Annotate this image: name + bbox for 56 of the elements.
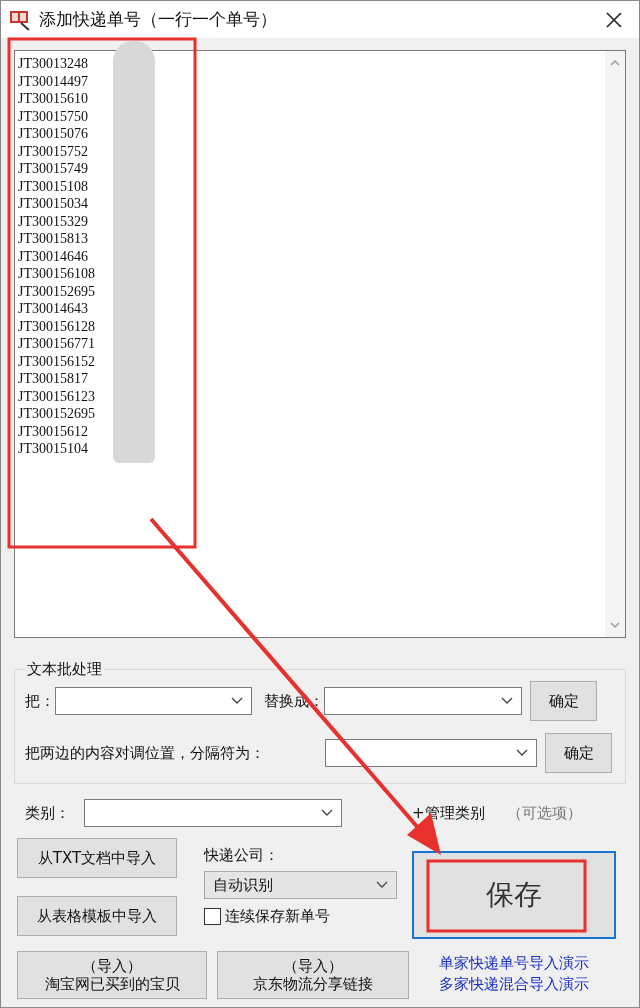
scrollbar[interactable] <box>605 51 625 637</box>
tracking-number: JT30015817 <box>18 370 89 388</box>
dropdown[interactable] <box>325 739 537 767</box>
tracking-number: JT30013248 <box>18 55 89 73</box>
tracking-number: JT30015108 <box>18 177 89 195</box>
close-icon[interactable] <box>605 10 623 29</box>
tracking-number: JT30015749 <box>18 160 89 178</box>
field-label: 快递公司： <box>204 846 280 865</box>
chevron-icon <box>501 697 513 705</box>
chevron-icon <box>376 881 388 889</box>
scroll-down-icon[interactable] <box>610 621 620 629</box>
tracking-number: JT30014643 <box>18 300 89 318</box>
tracking-number: JT30015612 <box>18 422 89 440</box>
tracking-number: JT30014646 <box>18 247 89 265</box>
tracking-number: JT30015104 <box>18 440 89 458</box>
tracking-number: JT300152695 <box>18 282 96 300</box>
optional-note: （可选项） <box>506 803 582 823</box>
tracking-number: JT300156152 <box>18 352 96 370</box>
demo-link[interactable]: 多家快递混合导入演示 <box>439 974 589 995</box>
dropdown[interactable] <box>55 687 252 715</box>
tracking-number: JT300156108 <box>18 265 96 283</box>
tracking-number: JT30015034 <box>18 195 89 213</box>
checkbox-label: 连续保存新单号 <box>225 907 330 926</box>
tracking-number: JT30015752 <box>18 142 89 160</box>
tracking-number: JT30015813 <box>18 230 89 248</box>
confirm-button[interactable]: 确定 <box>530 681 597 721</box>
confirm-button[interactable]: 确定 <box>545 733 612 773</box>
tracking-number: JT300156771 <box>18 335 96 353</box>
tracking-number: JT300156123 <box>18 387 96 405</box>
field-label: 把： <box>25 691 55 711</box>
chevron-icon <box>321 809 333 817</box>
field-label: 类别： <box>25 803 70 823</box>
group-title: 文本批处理 <box>26 660 103 679</box>
courier-dropdown[interactable]: 自动识别 <box>204 871 397 899</box>
field-label: 把两边的内容对调位置，分隔符为： <box>25 743 266 763</box>
tracking-number: JT30014497 <box>18 72 89 90</box>
scroll-up-icon[interactable] <box>610 59 620 67</box>
dropdown[interactable] <box>84 799 342 827</box>
window-title: 添加快递单号（一行一个单号） <box>39 8 278 31</box>
tracking-number: JT300156128 <box>18 317 96 335</box>
chevron-icon <box>516 749 528 757</box>
tracking-number: JT30015076 <box>18 125 89 143</box>
import-button[interactable]: （导入） 京东物流分享链接 <box>217 951 409 999</box>
tracking-number: JT30015750 <box>18 107 89 125</box>
chevron-icon <box>231 697 243 705</box>
tracking-number: JT30015610 <box>18 90 89 108</box>
tracking-number: JT300152695 <box>18 405 96 423</box>
demo-link[interactable]: 单家快递单号导入演示 <box>439 953 589 974</box>
save-button[interactable]: 保存 <box>412 851 616 939</box>
checkbox[interactable] <box>204 908 221 925</box>
dropdown[interactable] <box>324 687 522 715</box>
import-button[interactable]: 从TXT文档中导入 <box>17 838 177 878</box>
import-button[interactable]: 从表格模板中导入 <box>17 896 177 936</box>
tracking-number: JT30015329 <box>18 212 89 230</box>
app-icon <box>9 8 31 31</box>
import-button[interactable]: （导入） 淘宝网已买到的宝贝 <box>17 951 207 999</box>
